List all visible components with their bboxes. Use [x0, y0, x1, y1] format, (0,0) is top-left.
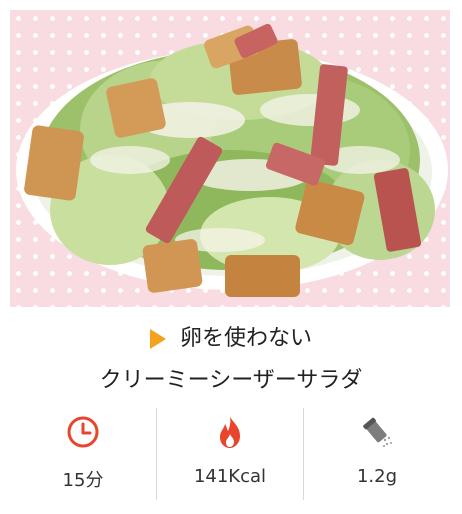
flame-icon [212, 414, 248, 450]
title-line-1: 卵を使わない [0, 322, 462, 356]
stat-calories: 141Kcal [156, 408, 303, 500]
stat-cooking-time: 15分 [10, 408, 156, 500]
play-icon [149, 329, 166, 349]
recipe-title[interactable]: 卵を使わない クリーミーシーザーサラダ [0, 322, 462, 398]
clock-icon [65, 414, 101, 450]
calories-value: 141Kcal [193, 466, 267, 487]
recipe-stats: 15分 141Kcal 1.2g [10, 408, 450, 500]
salad-image [16, 23, 448, 297]
salt-value: 1.2g [356, 466, 398, 487]
stat-salt: 1.2g [303, 408, 450, 500]
salt-shaker-icon [359, 414, 395, 450]
title-line2-text: クリーミーシーザーサラダ [99, 368, 363, 393]
title-line1-text: 卵を使わない [179, 326, 312, 351]
recipe-card[interactable]: 卵を使わない クリーミーシーザーサラダ 15分 141Kcal 1.2g [0, 0, 462, 514]
cooking-time-value: 15分 [62, 470, 104, 491]
recipe-photo[interactable] [10, 10, 450, 307]
